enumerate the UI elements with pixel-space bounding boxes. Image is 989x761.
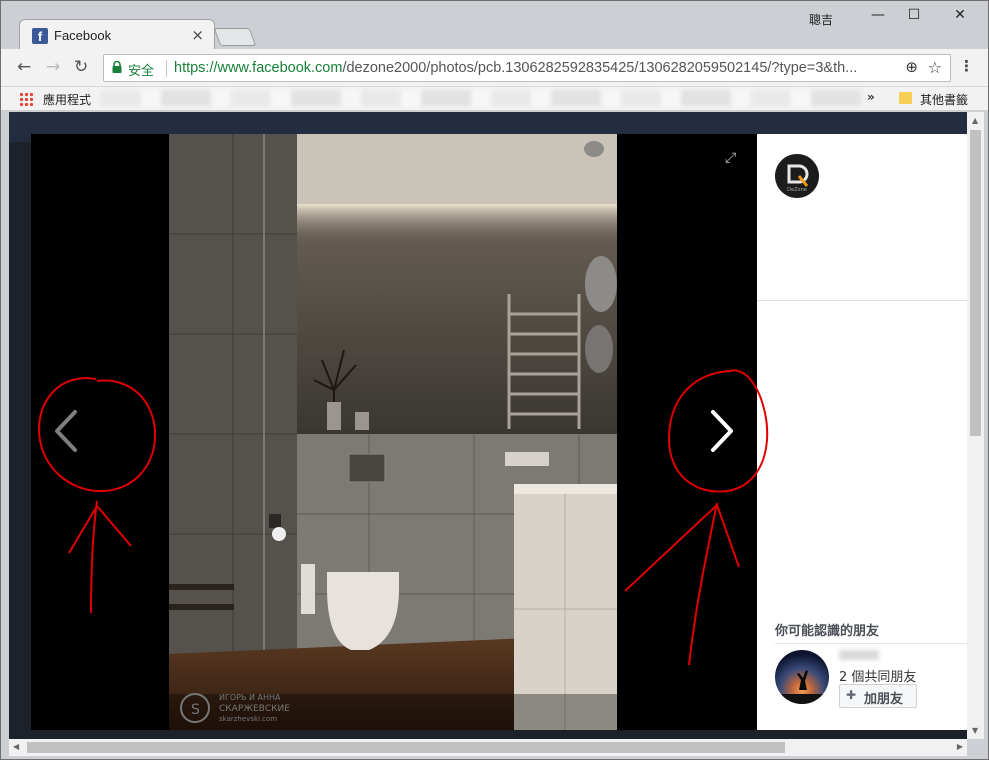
expand-icon[interactable]: ⤢: [725, 150, 736, 166]
friend-avatar[interactable]: [775, 650, 829, 704]
page-viewport: S ИГОРЬ И АННА СКАРЖЕВСКИЕ skarzhevski.c…: [9, 112, 967, 739]
bookmarks-bar: 應用程式 » 其他書籤: [1, 87, 988, 111]
lock-icon: [112, 61, 122, 73]
url-text[interactable]: https://www.facebook.com/dezone2000/phot…: [174, 60, 894, 76]
svg-text:ИГОРЬ И АННА: ИГОРЬ И АННА: [219, 693, 281, 702]
chrome-menu-icon[interactable]: ⋮: [959, 57, 974, 75]
scroll-right-icon[interactable]: ▶: [957, 742, 963, 751]
security-label: 安全: [128, 64, 155, 79]
tab-close-icon[interactable]: ×: [191, 26, 204, 44]
tab-facebook[interactable]: f Facebook ×: [19, 19, 215, 50]
page-avatar[interactable]: DeZone: [775, 154, 819, 198]
svg-text:DeZone: DeZone: [787, 187, 807, 193]
title-bar: f Facebook × 聰吉 — ☐ ✕: [1, 1, 988, 50]
add-friend-button[interactable]: ✚ 加朋友: [839, 684, 917, 708]
close-window-button[interactable]: ✕: [945, 7, 975, 27]
chevron-right-icon[interactable]: [705, 406, 737, 456]
svg-text:СКАРЖЕВСКИЕ: СКАРЖЕВСКИЕ: [219, 704, 290, 714]
horizontal-scrollbar[interactable]: ◀ ▶: [9, 739, 967, 756]
back-icon[interactable]: ←: [17, 57, 31, 77]
browser-window: f Facebook × 聰吉 — ☐ ✕ ← → ↻ 安全 https://w…: [0, 0, 989, 760]
friend-name-redacted[interactable]: [839, 650, 879, 660]
scroll-left-icon[interactable]: ◀: [13, 742, 19, 751]
zoom-icon[interactable]: ⊕: [905, 58, 918, 76]
folder-icon: [899, 92, 912, 104]
add-friend-label: 加朋友: [864, 692, 904, 707]
photo-sidebar: DeZone 你可能認識的朋友 2 個共同朋友 ✚ 加朋友: [757, 134, 967, 730]
bookmarks-overflow-icon[interactable]: »: [867, 90, 875, 104]
mutual-friends[interactable]: 2 個共同朋友: [839, 666, 916, 685]
add-friend-icon: ✚: [846, 688, 857, 702]
scroll-down-icon[interactable]: ▼: [972, 726, 978, 735]
forward-icon[interactable]: →: [46, 57, 60, 77]
pymk-title: 你可能認識的朋友: [775, 624, 880, 639]
silhouette-icon: [775, 670, 829, 704]
sidebar-divider: [757, 300, 967, 301]
svg-text:skarzhevski.com: skarzhevski.com: [219, 715, 277, 723]
scroll-up-icon[interactable]: ▲: [972, 116, 978, 125]
browser-toolbar: ← → ↻ 安全 https://www.facebook.com/dezone…: [1, 49, 988, 87]
tab-title: Facebook: [54, 28, 112, 43]
minimize-button[interactable]: —: [863, 7, 893, 27]
profile-name[interactable]: 聰吉: [809, 11, 833, 28]
bookmark-apps[interactable]: 應用程式: [43, 91, 91, 108]
bathroom-photo: S ИГОРЬ И АННА СКАРЖЕВСКИЕ skarzhevski.c…: [169, 134, 617, 730]
horizontal-scroll-thumb[interactable]: [27, 742, 785, 753]
maximize-button[interactable]: ☐: [899, 7, 929, 27]
reload-icon[interactable]: ↻: [74, 57, 88, 77]
photo-viewer: S ИГОРЬ И АННА СКАРЖЕВСКИЕ skarzhevski.c…: [31, 134, 757, 730]
new-tab-button[interactable]: [213, 28, 257, 46]
url-host: https://www.facebook.com: [174, 60, 343, 76]
blurred-bookmarks: [101, 90, 861, 106]
facebook-favicon-icon: f: [32, 28, 48, 44]
bookmark-other[interactable]: 其他書籤: [920, 91, 968, 108]
address-bar[interactable]: 安全 https://www.facebook.com/dezone2000/p…: [103, 54, 951, 82]
omnibox-divider: [166, 60, 167, 77]
apps-grid-icon[interactable]: [19, 92, 33, 106]
pymk-divider: [775, 643, 967, 644]
chevron-left-icon[interactable]: [51, 406, 83, 456]
svg-text:S: S: [191, 702, 200, 718]
bookmark-star-icon[interactable]: ☆: [928, 58, 942, 77]
vertical-scrollbar[interactable]: ▲ ▼: [967, 112, 984, 739]
url-path: /dezone2000/photos/pcb.1306282592835425/…: [342, 60, 858, 76]
vertical-scroll-thumb[interactable]: [970, 130, 981, 436]
